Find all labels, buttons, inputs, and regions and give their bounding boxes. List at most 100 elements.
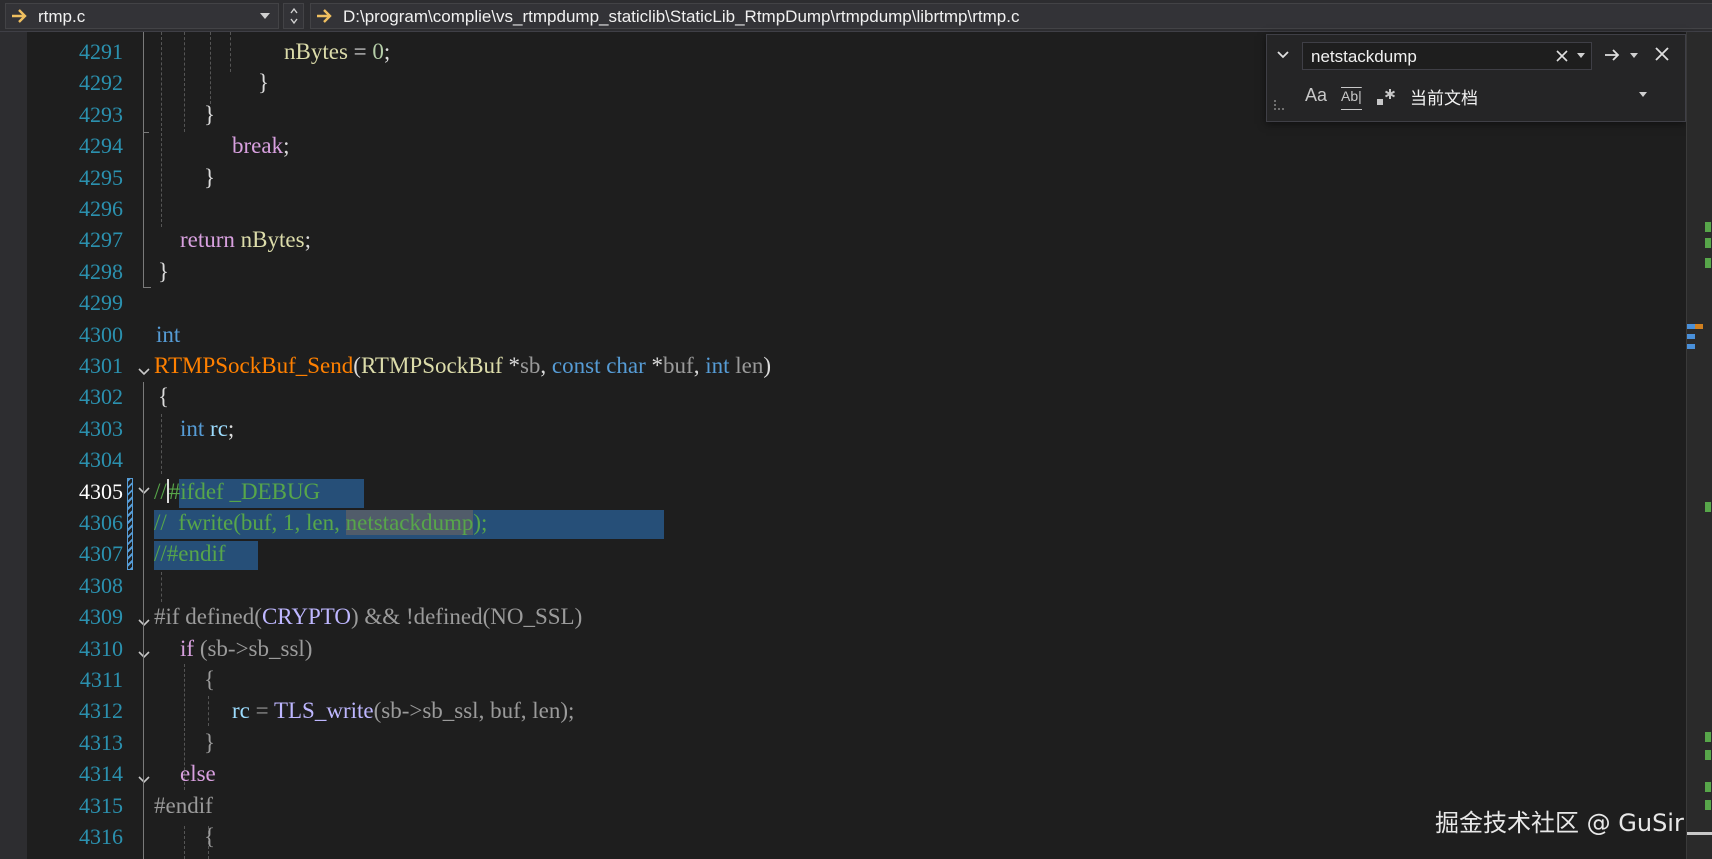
grip-icon[interactable] — [1273, 99, 1285, 111]
find-widget: netstackdump Aa Ab| 当前文档 — [1266, 34, 1686, 122]
watermark: 掘金技术社区 @ GuSir — [1435, 809, 1684, 837]
code-line: // fwrite(buf, 1, len, netstackdump); — [154, 510, 488, 535]
code-line: } — [258, 70, 270, 96]
close-icon[interactable] — [1654, 46, 1670, 62]
fold-region-end — [143, 132, 149, 133]
line-number: 4293 — [79, 101, 123, 127]
spin-updown[interactable] — [283, 3, 304, 29]
code-line: { — [204, 667, 216, 692]
code-line: else — [180, 761, 216, 787]
line-number: 4294 — [79, 133, 123, 159]
line-number: 4306 — [79, 510, 123, 535]
fold-region-line — [143, 32, 144, 287]
line-number: 4312 — [79, 698, 123, 724]
spin-updown-icon — [290, 7, 298, 25]
chevron-down-icon[interactable] — [1639, 92, 1647, 98]
vertical-scrollbar[interactable] — [1686, 32, 1712, 859]
line-number: 4296 — [79, 196, 123, 221]
line-number: 4291 — [79, 39, 123, 64]
search-input[interactable]: netstackdump — [1302, 42, 1592, 70]
line-number: 4292 — [79, 70, 123, 96]
regex-icon[interactable] — [1375, 87, 1397, 107]
code-line: { — [158, 384, 170, 410]
match-case-toggle[interactable]: Aa — [1305, 85, 1327, 107]
search-match: netstackdump — [345, 510, 474, 535]
chevron-down-icon — [260, 13, 270, 19]
fold-chevron-icon[interactable] — [137, 616, 151, 630]
line-number: 4302 — [79, 384, 123, 410]
line-number: 4316 — [79, 824, 123, 849]
arrow-right-icon[interactable] — [1603, 47, 1623, 63]
scroll-position-marker — [1687, 832, 1712, 835]
fold-chevron-icon[interactable] — [137, 484, 151, 498]
change-marker — [127, 478, 133, 570]
change-indicator — [1705, 222, 1711, 232]
arrow-right-icon — [317, 9, 332, 23]
caret-indicator — [1687, 344, 1695, 349]
file-path: D:\program\complie\vs_rtmpdump_staticlib… — [343, 7, 1020, 26]
line-number: 4297 — [79, 227, 123, 253]
line-number: 4300 — [79, 321, 123, 347]
file-name: rtmp.c — [38, 7, 86, 26]
change-indicator — [1705, 502, 1711, 512]
code-line: { — [204, 824, 216, 849]
code-line: nBytes = 0; — [284, 39, 391, 64]
chevron-down-icon[interactable] — [1577, 53, 1585, 59]
line-number: 4304 — [79, 447, 123, 473]
line-number: 4303 — [79, 415, 123, 441]
code-line: } — [204, 164, 216, 190]
line-number: 4314 — [79, 761, 123, 787]
code-line: if (sb->sb_ssl) — [180, 635, 313, 661]
line-number: 4298 — [79, 258, 123, 284]
line-number: 4311 — [79, 667, 123, 692]
line-number: 4308 — [79, 572, 123, 598]
line-number: 4309 — [79, 604, 123, 630]
line-number: 4307 — [79, 541, 123, 567]
close-icon[interactable] — [1555, 49, 1569, 63]
code-line: } — [158, 258, 170, 284]
code-area[interactable]: nBytes = 0; } } break; } return nBytes; … — [154, 32, 1684, 859]
search-value: netstackdump — [1311, 47, 1417, 66]
change-indicator — [1705, 782, 1711, 792]
chevron-down-icon[interactable] — [1275, 47, 1291, 63]
code-line: } — [204, 101, 216, 127]
line-number-gutter: 4291 4292 4293 4294 4295 4296 4297 4298 … — [27, 32, 123, 859]
change-indicator — [1705, 750, 1711, 760]
code-line: RTMPSockBuf_Send(RTMPSockBuf *sb, const … — [154, 353, 772, 378]
code-line: break; — [232, 133, 290, 159]
caret-indicator — [1687, 324, 1695, 329]
change-indicator — [1705, 732, 1711, 742]
code-editor[interactable]: 4291 4292 4293 4294 4295 4296 4297 4298 … — [0, 32, 1686, 859]
fold-region-line — [143, 382, 144, 859]
search-scope[interactable]: 当前文档 — [1410, 84, 1478, 109]
change-indicator — [1705, 800, 1711, 810]
code-line: int — [156, 321, 181, 347]
whole-word-toggle[interactable]: Ab| — [1341, 88, 1362, 110]
file-selector[interactable]: rtmp.c — [5, 3, 279, 29]
editor-margin — [0, 32, 27, 859]
find-indicator — [1695, 324, 1703, 329]
fold-chevron-icon[interactable] — [137, 773, 151, 787]
code-line: } — [204, 729, 216, 755]
code-line: #if defined(CRYPTO) && !defined(NO_SSL) — [154, 604, 583, 630]
navigation-bar: rtmp.c D:\program\complie\vs_rtmpdump_st… — [0, 0, 1712, 32]
caret-indicator — [1687, 334, 1695, 339]
arrow-right-icon — [12, 9, 27, 23]
code-line-current: //#ifdef _DEBUG — [154, 478, 321, 504]
line-number: 4310 — [79, 635, 123, 661]
code-line: int rc; — [180, 415, 235, 441]
code-line: return nBytes; — [180, 227, 311, 253]
line-number: 4313 — [79, 729, 123, 755]
line-number: 4295 — [79, 164, 123, 190]
line-number: 4301 — [79, 353, 123, 378]
line-number: 4315 — [79, 792, 123, 818]
change-indicator — [1705, 258, 1711, 268]
fold-chevron-icon[interactable] — [137, 648, 151, 662]
chevron-down-icon[interactable] — [1630, 53, 1638, 59]
code-line: //#endif — [154, 541, 226, 567]
code-line: #endif — [154, 792, 213, 818]
path-selector[interactable]: D:\program\complie\vs_rtmpdump_staticlib… — [310, 3, 1712, 29]
line-number: 4299 — [79, 290, 123, 316]
change-indicator — [1705, 238, 1711, 248]
fold-chevron-icon[interactable] — [137, 365, 151, 379]
